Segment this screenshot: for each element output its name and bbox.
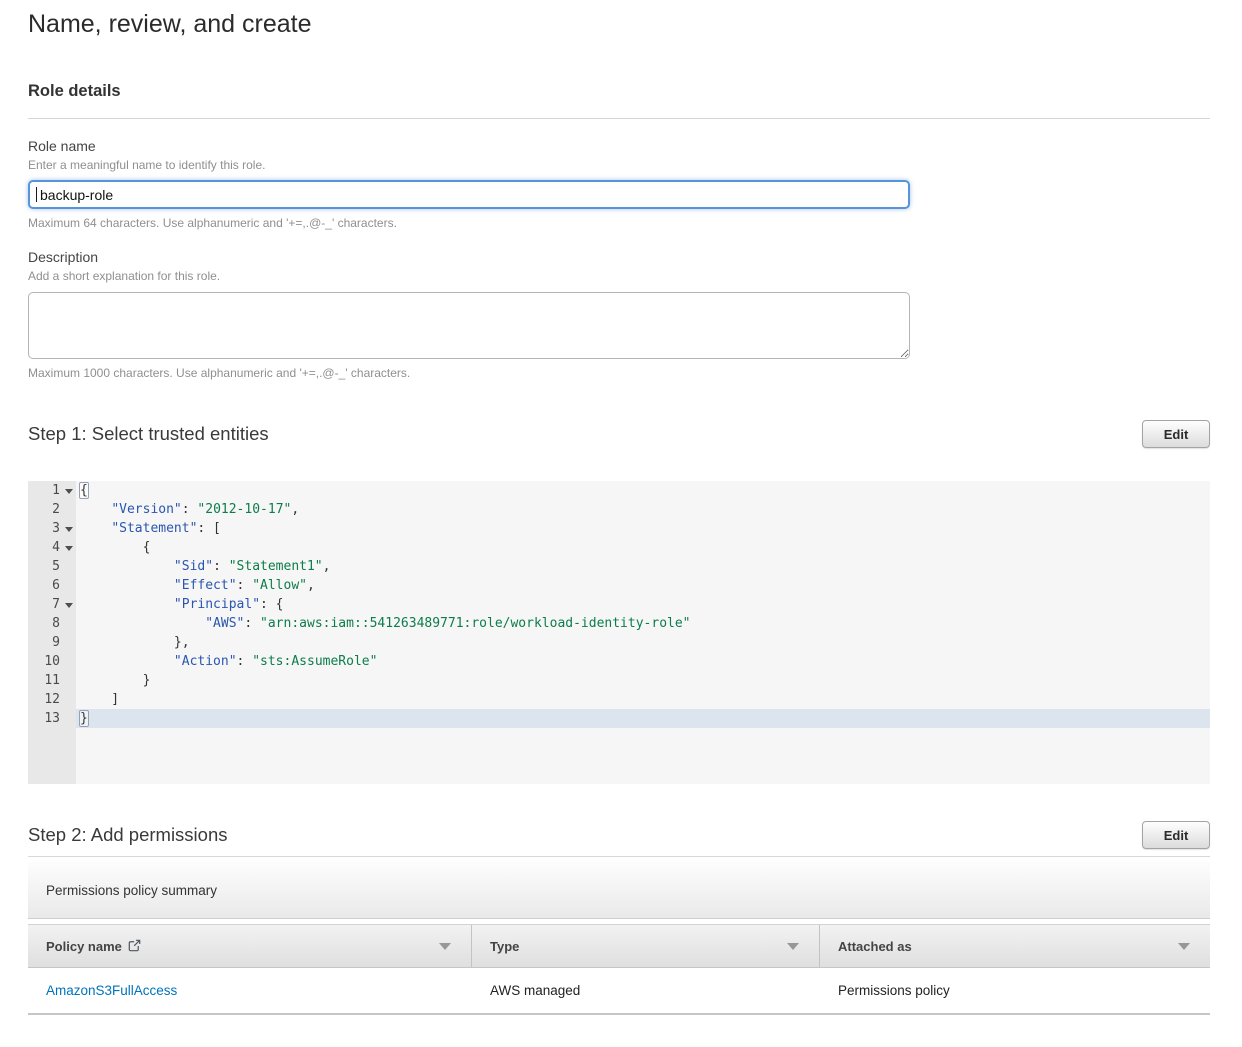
filter-dropdown-icon[interactable] xyxy=(439,943,451,950)
editor-gutter: 12345678910111213 xyxy=(28,481,76,784)
role-name-label: Role name xyxy=(28,138,1210,154)
step1-edit-button[interactable]: Edit xyxy=(1142,420,1210,448)
editor-line-number: 10 xyxy=(28,652,76,671)
editor-line-number[interactable]: 3 xyxy=(28,519,76,538)
editor-line-number: 6 xyxy=(28,576,76,595)
description-textarea[interactable] xyxy=(28,292,910,359)
policy-name-header-label: Policy name xyxy=(46,939,122,954)
description-help: Add a short explanation for this role. xyxy=(28,269,1210,283)
role-details-divider xyxy=(28,118,1210,119)
editor-code-line[interactable]: "Action": "sts:AssumeRole" xyxy=(80,652,1210,671)
editor-code-line[interactable]: "Statement": [ xyxy=(80,519,1210,538)
name-review-create-page: Name, review, and create Role details Ro… xyxy=(0,10,1242,1015)
editor-code-line[interactable]: "Sid": "Statement1", xyxy=(80,557,1210,576)
page-title: Name, review, and create xyxy=(28,10,1210,39)
policy-name-link[interactable]: AmazonS3FullAccess xyxy=(46,983,177,998)
editor-content: { "Version": "2012-10-17", "Statement": … xyxy=(76,481,1210,784)
editor-code-line[interactable]: "AWS": "arn:aws:iam::541263489771:role/w… xyxy=(80,614,1210,633)
column-header-policy-name[interactable]: Policy name xyxy=(28,925,472,967)
attached-as-header-label: Attached as xyxy=(838,939,912,954)
trust-policy-json-editor[interactable]: 12345678910111213 { "Version": "2012-10-… xyxy=(28,481,1210,784)
policy-type-cell: AWS managed xyxy=(472,983,820,998)
step1-header: Step 1: Select trusted entities Edit xyxy=(28,420,1210,448)
editor-code-line[interactable]: { xyxy=(80,481,1210,500)
editor-line-number: 11 xyxy=(28,671,76,690)
editor-code-line[interactable]: { xyxy=(80,538,1210,557)
step2-divider xyxy=(28,856,1210,857)
type-header-label: Type xyxy=(490,939,519,954)
permissions-panel-header: Permissions policy summary xyxy=(28,862,1210,919)
editor-line-number[interactable]: 7 xyxy=(28,595,76,614)
role-name-input[interactable] xyxy=(28,180,910,209)
role-details-heading: Role details xyxy=(28,82,1210,101)
role-name-input-wrap xyxy=(28,180,910,209)
description-constraint: Maximum 1000 characters. Use alphanumeri… xyxy=(28,366,1210,380)
policy-table-row: AmazonS3FullAccess AWS managed Permissio… xyxy=(28,968,1210,1015)
editor-line-number: 13 xyxy=(28,709,76,728)
external-link-icon xyxy=(128,939,141,955)
editor-line-number[interactable]: 1 xyxy=(28,481,76,500)
editor-code-line[interactable]: } xyxy=(76,709,1210,728)
editor-code-line[interactable]: "Version": "2012-10-17", xyxy=(80,500,1210,519)
permissions-table-header: Policy name Type Attached as xyxy=(28,924,1210,968)
role-name-field: Role name Enter a meaningful name to ide… xyxy=(28,138,1210,230)
step2-header: Step 2: Add permissions Edit xyxy=(28,821,1210,849)
column-header-type[interactable]: Type xyxy=(472,925,820,967)
step2-heading: Step 2: Add permissions xyxy=(28,821,228,849)
role-name-constraint: Maximum 64 characters. Use alphanumeric … xyxy=(28,216,1210,230)
editor-code-line[interactable]: "Effect": "Allow", xyxy=(80,576,1210,595)
editor-line-number: 8 xyxy=(28,614,76,633)
editor-line-number: 9 xyxy=(28,633,76,652)
step1-heading: Step 1: Select trusted entities xyxy=(28,420,269,448)
policy-name-cell: AmazonS3FullAccess xyxy=(28,983,472,998)
step2-edit-button[interactable]: Edit xyxy=(1142,821,1210,849)
policy-attached-as-cell: Permissions policy xyxy=(820,983,1210,998)
editor-line-number: 12 xyxy=(28,690,76,709)
text-cursor-caret xyxy=(36,187,37,202)
editor-code-line[interactable]: } xyxy=(80,671,1210,690)
editor-code-line[interactable]: ] xyxy=(80,690,1210,709)
column-header-attached-as[interactable]: Attached as xyxy=(820,925,1210,967)
editor-line-number: 2 xyxy=(28,500,76,519)
editor-code-line[interactable]: "Principal": { xyxy=(80,595,1210,614)
description-field: Description Add a short explanation for … xyxy=(28,249,1210,380)
editor-line-number[interactable]: 4 xyxy=(28,538,76,557)
editor-line-number: 5 xyxy=(28,557,76,576)
description-label: Description xyxy=(28,249,1210,265)
filter-dropdown-icon[interactable] xyxy=(1178,943,1190,950)
filter-dropdown-icon[interactable] xyxy=(787,943,799,950)
permissions-panel-title: Permissions policy summary xyxy=(46,883,217,898)
editor-code-line[interactable]: }, xyxy=(80,633,1210,652)
role-name-help: Enter a meaningful name to identify this… xyxy=(28,158,1210,172)
